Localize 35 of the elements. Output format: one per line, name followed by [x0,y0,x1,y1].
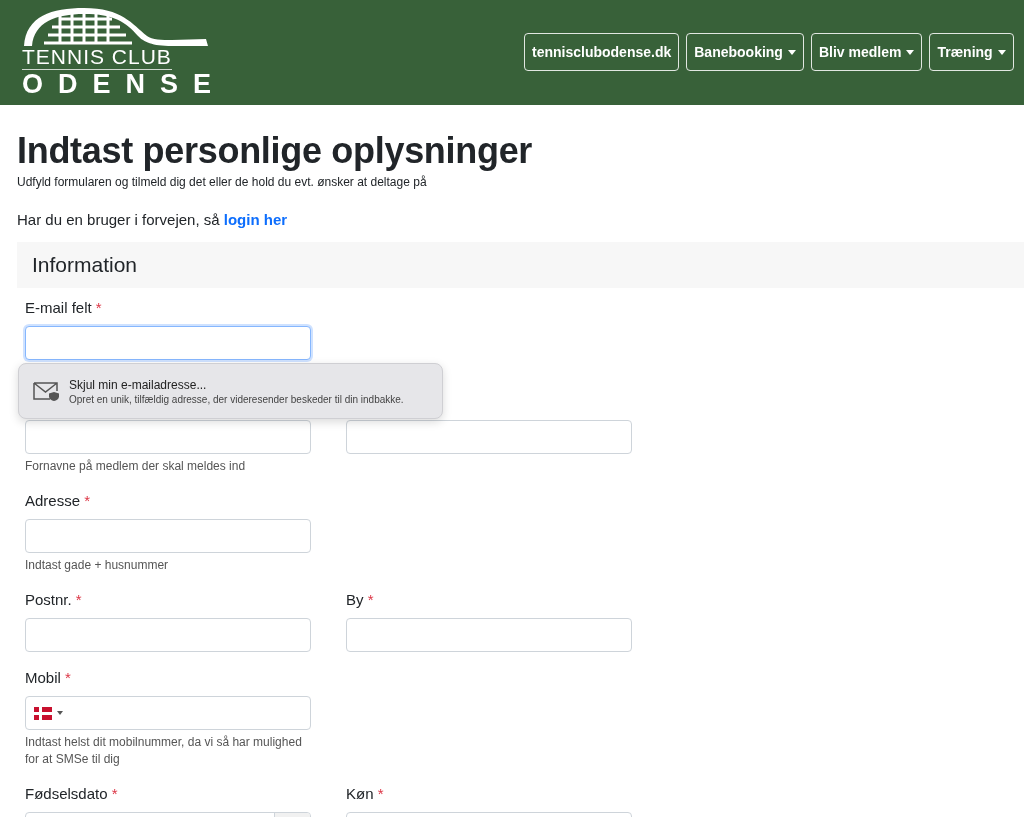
tennis-racket-logo-icon [22,6,211,46]
page-title: Indtast personlige oplysninger [17,131,533,171]
input-field[interactable] [25,326,311,360]
input-field[interactable] [346,618,632,652]
nav-dropdown[interactable]: Træning [929,33,1014,71]
field-label: Mobil * [25,668,71,688]
nav-link[interactable]: tennisclubodense.dk [524,33,680,71]
input-field[interactable] [346,420,632,454]
field-label: Adresse * [25,491,91,511]
login-link[interactable]: login her [223,211,288,228]
popup-description: Opret en unik, tilfældig adresse, der videresender beskeder til din indbakke. [69,393,404,405]
caret-icon [57,711,63,715]
page-subtitle: Udfyld formularen og tilmeld dig det eller de hold du evt. ønsker at deltage på [17,175,427,189]
phone-field[interactable] [25,696,311,730]
field-label: By * [346,590,374,610]
flag-icon[interactable] [34,706,52,720]
help-text: Fornavne på medlem der skal meldes ind [25,458,247,475]
login-prompt: Har du en bruger i forvejen, så login her [17,211,288,228]
input-field[interactable] [25,420,311,454]
input-field[interactable] [25,618,311,652]
field-label: Fødselsdato * [25,784,118,804]
field-label: E-mail felt * [25,298,102,318]
field-label: Postnr. * [25,590,82,610]
field-label: Køn * [346,784,384,804]
autofill-popup[interactable]: Skjul min e-mailadresse... Opret en unik, tilfældig adresse, der videresender beskeder til din indbakke. [18,363,443,419]
envelope-shield-icon [33,381,60,401]
nav-dropdown[interactable]: Bliv medlem [810,33,923,71]
help-text: Indtast gade + husnummer [25,557,170,574]
nav-dropdown[interactable]: Banebooking [686,33,804,71]
logo-text: ODENSE [22,70,227,98]
section-title: Information [32,253,138,277]
help-text: Indtast helst dit mobilnummer, da vi så har mulighed for at SMSe til dig [25,734,303,768]
input-field[interactable] [25,519,311,553]
popup-title: Skjul min e-mailadresse... [69,377,207,392]
logo-text: TENNIS CLUB [22,46,172,70]
